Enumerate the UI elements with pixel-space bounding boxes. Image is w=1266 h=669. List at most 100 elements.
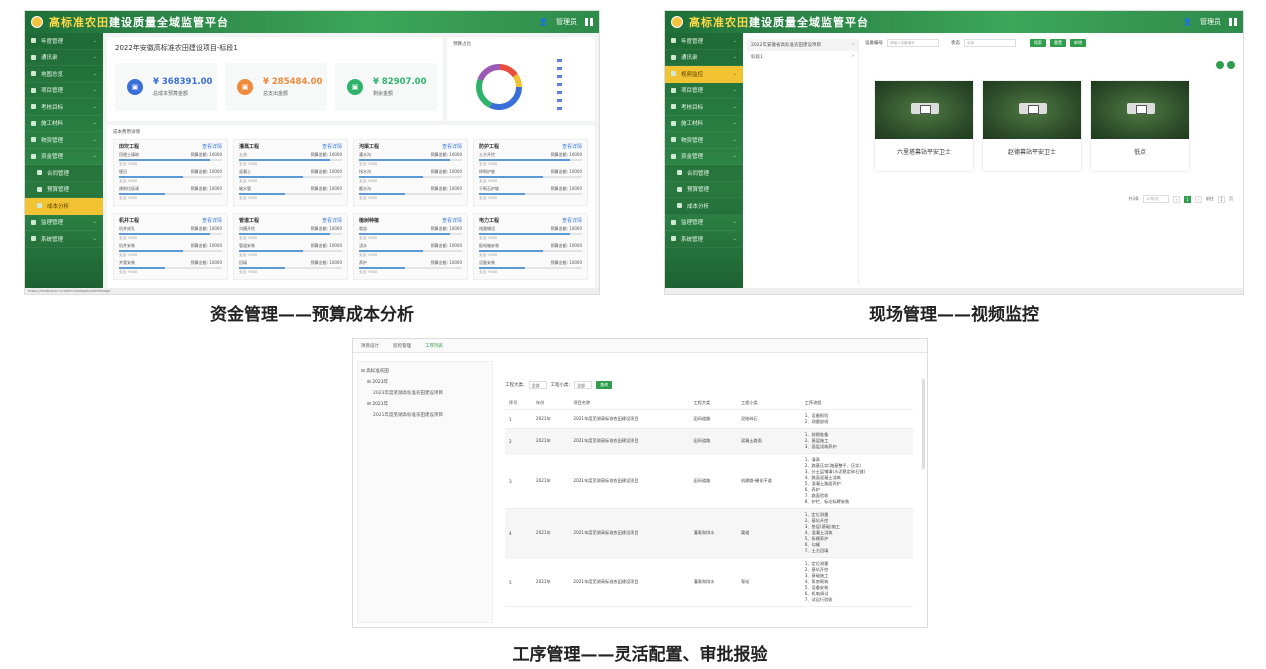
reset-button[interactable]: 重置 bbox=[1050, 39, 1066, 47]
page-size-select[interactable]: 10条/页 bbox=[1143, 195, 1169, 203]
sidebar-item[interactable]: 预算管理 bbox=[665, 181, 743, 198]
sidebar-item[interactable]: 预算管理 bbox=[25, 181, 103, 198]
big-category-select[interactable]: 全部 bbox=[528, 381, 547, 389]
view-toggles bbox=[1216, 61, 1235, 69]
sidebar-item[interactable]: 考核目标 ⌄ bbox=[665, 99, 743, 116]
sidebar-item[interactable]: 监理管理 ⌄ bbox=[25, 215, 103, 231]
sidebar-item[interactable]: 视频监控 ⌄ bbox=[665, 66, 743, 83]
tab-design[interactable]: 项目设计 bbox=[361, 343, 379, 349]
table-cell: 2021年度芜湖高标准农田建设项目 bbox=[569, 508, 690, 558]
tree-node[interactable]: 2022年安徽省高标准农田建设项目 › bbox=[747, 39, 858, 51]
sidebar-item-label: 物资管理 bbox=[41, 137, 64, 144]
cost-row: 排水沟 预算金额: 10000 bbox=[359, 169, 462, 174]
sidebar-item[interactable]: 年度管理 ⌄ bbox=[665, 33, 743, 50]
apps-icon[interactable] bbox=[1229, 18, 1237, 26]
tab-inspection[interactable]: 巡检管理 bbox=[393, 343, 411, 349]
progress-bar bbox=[359, 267, 462, 269]
table-row[interactable]: 1 2021年 2021年度芜湖高标准农田建设项目 田间道路 泥结碎石 1、设备报验 2、测… bbox=[505, 409, 913, 429]
tab-process[interactable]: 工序列表 bbox=[425, 343, 443, 349]
sidebar-item[interactable]: 监理管理 ⌄ bbox=[665, 215, 743, 231]
chevron-down-icon: ⌄ bbox=[732, 235, 737, 242]
sidebar-item[interactable]: 物资管理 ⌄ bbox=[665, 132, 743, 149]
table-row[interactable]: 2 2021年 2021年度芜湖高标准农田建设项目 田间道路 混凝土路面 1、前期准备 2、… bbox=[505, 428, 913, 454]
grid-view-icon[interactable] bbox=[1216, 61, 1224, 69]
table-row[interactable]: 4 2021年 2021年度芜湖高标准农田建设项目 灌溉和排水 渠道 1、定位测量 2、基坑… bbox=[505, 508, 913, 558]
detail-link[interactable]: 查看详情 bbox=[442, 143, 462, 150]
detail-link[interactable]: 查看详情 bbox=[442, 217, 462, 224]
chevron-down-icon: ⌄ bbox=[92, 87, 97, 94]
detail-link[interactable]: 查看详情 bbox=[202, 143, 222, 150]
sidebar-item[interactable]: 合同管理 bbox=[25, 165, 103, 182]
tree-node[interactable]: ⊟ 2021年 bbox=[361, 398, 489, 409]
sidebar-item[interactable]: 成本分析 bbox=[25, 198, 103, 215]
sidebar-item[interactable]: 系统管理 ⌄ bbox=[665, 231, 743, 248]
project-title[interactable]: 2022年安徽高标准农田建设项目-标段1 bbox=[107, 37, 443, 59]
sidebar-item[interactable]: 合同管理 bbox=[665, 165, 743, 182]
table-cell: 2021年度芜湖高标准农田建设项目 bbox=[569, 428, 690, 454]
sidebar-item[interactable]: 通讯录 ⌄ bbox=[665, 50, 743, 66]
camera-card[interactable]: 六里塔幕站平安卫士 bbox=[875, 81, 973, 171]
cost-row: 井管安装 预算金额: 10000 bbox=[119, 260, 222, 265]
query-button[interactable]: 查询 bbox=[596, 381, 613, 389]
sidebar-item[interactable]: 地图总览 ⌄ bbox=[25, 66, 103, 83]
search-button[interactable]: 搜索 bbox=[1030, 39, 1046, 47]
cost-row: 干砌石护坡 预算金额: 10000 bbox=[479, 186, 582, 191]
sidebar-item[interactable]: 考核目标 ⌄ bbox=[25, 99, 103, 116]
device-id-input[interactable]: 请输入设备编号 bbox=[887, 39, 939, 47]
table-row[interactable]: 3 2021年 2021年度芜湖高标准农田建设项目 田间道路 机耕路-硬化干道 1、清表 2… bbox=[505, 453, 913, 509]
status-select[interactable]: 全部 bbox=[964, 39, 1016, 47]
sidebar-item[interactable]: 年度管理 ⌄ bbox=[25, 33, 103, 50]
chevron-down-icon: ⌄ bbox=[92, 120, 97, 127]
next-page-button[interactable]: › bbox=[1195, 195, 1202, 203]
detail-link[interactable]: 查看详情 bbox=[322, 143, 342, 150]
table-cell: 灌溉和排水 bbox=[689, 557, 737, 607]
sidebar-item[interactable]: 施工材料 ⌄ bbox=[665, 116, 743, 132]
user-icon: 👤 bbox=[1183, 18, 1192, 26]
work-cost-card: 防护工程 查看详情 土方开挖 预算金额: 10000 支出: 9000 砖砌护坡 预算金额:… bbox=[473, 139, 588, 206]
table-row[interactable]: 5 2021年 2021年度芜湖高标准农田建设项目 灌溉和排水 泵站 1、定位测量 2、基坑… bbox=[505, 557, 913, 607]
sidebar-item[interactable]: 成本分析 bbox=[665, 198, 743, 215]
sidebar-item[interactable]: 资金管理 ⌄ bbox=[665, 149, 743, 165]
detail-link[interactable]: 查看详情 bbox=[322, 217, 342, 224]
detail-link[interactable]: 查看详情 bbox=[562, 217, 582, 224]
sidebar-item[interactable]: 项目管理 ⌄ bbox=[665, 83, 743, 99]
screenshot-budget-analysis: 高标准农田建设质量全域监管平台 👤 管理员 年度管理 ⌄ 通讯录 ⌄ 地图总览 ⌄ 项目管理 ⌄… bbox=[24, 10, 600, 295]
progress-bar bbox=[359, 233, 462, 235]
tree-node[interactable]: ⊟ 2023年 bbox=[361, 376, 489, 387]
camera-card[interactable]: 赵德幕站平安卫士 bbox=[983, 81, 1081, 171]
sidebar-item[interactable]: 资金管理 ⌄ bbox=[25, 149, 103, 165]
chevron-down-icon: ⌄ bbox=[732, 120, 737, 127]
camera-card[interactable]: 低点 bbox=[1091, 81, 1189, 171]
pagination: 共3条 10条/页 ‹ 1 › 前往 1 页 bbox=[1128, 195, 1233, 203]
table-cell: 4 bbox=[505, 508, 532, 558]
add-button[interactable]: 新增 bbox=[1070, 39, 1086, 47]
menu-icon bbox=[31, 137, 36, 143]
detail-link[interactable]: 查看详情 bbox=[562, 143, 582, 150]
sidebar-item[interactable]: 项目管理 ⌄ bbox=[25, 83, 103, 99]
tree-leaf[interactable]: 2021年度芜湖高标准农田建设项目 bbox=[361, 409, 489, 420]
cost-row: 土方 预算金额: 10000 bbox=[239, 152, 342, 157]
sidebar-item[interactable]: 系统管理 ⌄ bbox=[25, 231, 103, 248]
camera-preview bbox=[1091, 81, 1189, 139]
tree-root[interactable]: ⊟ 高标准农田 bbox=[361, 365, 489, 376]
caption-video: 现场管理——视频监控 bbox=[869, 305, 1039, 325]
sidebar-item[interactable]: 通讯录 ⌄ bbox=[25, 50, 103, 66]
sidebar-item[interactable]: 物资管理 ⌄ bbox=[25, 132, 103, 149]
tree-node[interactable]: 标段1 › bbox=[747, 51, 858, 63]
menu-icon bbox=[677, 186, 682, 192]
detail-link[interactable]: 查看详情 bbox=[202, 217, 222, 224]
small-category-select[interactable]: 全部 bbox=[574, 381, 593, 389]
user-menu[interactable]: 👤 管理员 bbox=[1183, 17, 1237, 27]
page-button[interactable]: 1 bbox=[1184, 195, 1191, 203]
sidebar-item[interactable]: 施工材料 ⌄ bbox=[25, 116, 103, 132]
apps-icon[interactable] bbox=[585, 18, 593, 26]
cost-row: 回填 预算金额: 10000 bbox=[239, 260, 342, 265]
user-menu[interactable]: 👤 管理员 bbox=[539, 17, 593, 27]
list-view-icon[interactable] bbox=[1227, 61, 1235, 69]
table-cell: 5 bbox=[505, 557, 532, 607]
goto-page-input[interactable]: 1 bbox=[1218, 195, 1225, 203]
prev-page-button[interactable]: ‹ bbox=[1173, 195, 1180, 203]
tree-leaf[interactable]: 2023年度芜湖高标准农田建设项目 bbox=[361, 387, 489, 398]
table-cell: 3 bbox=[505, 453, 532, 509]
scrollbar[interactable] bbox=[922, 379, 925, 469]
